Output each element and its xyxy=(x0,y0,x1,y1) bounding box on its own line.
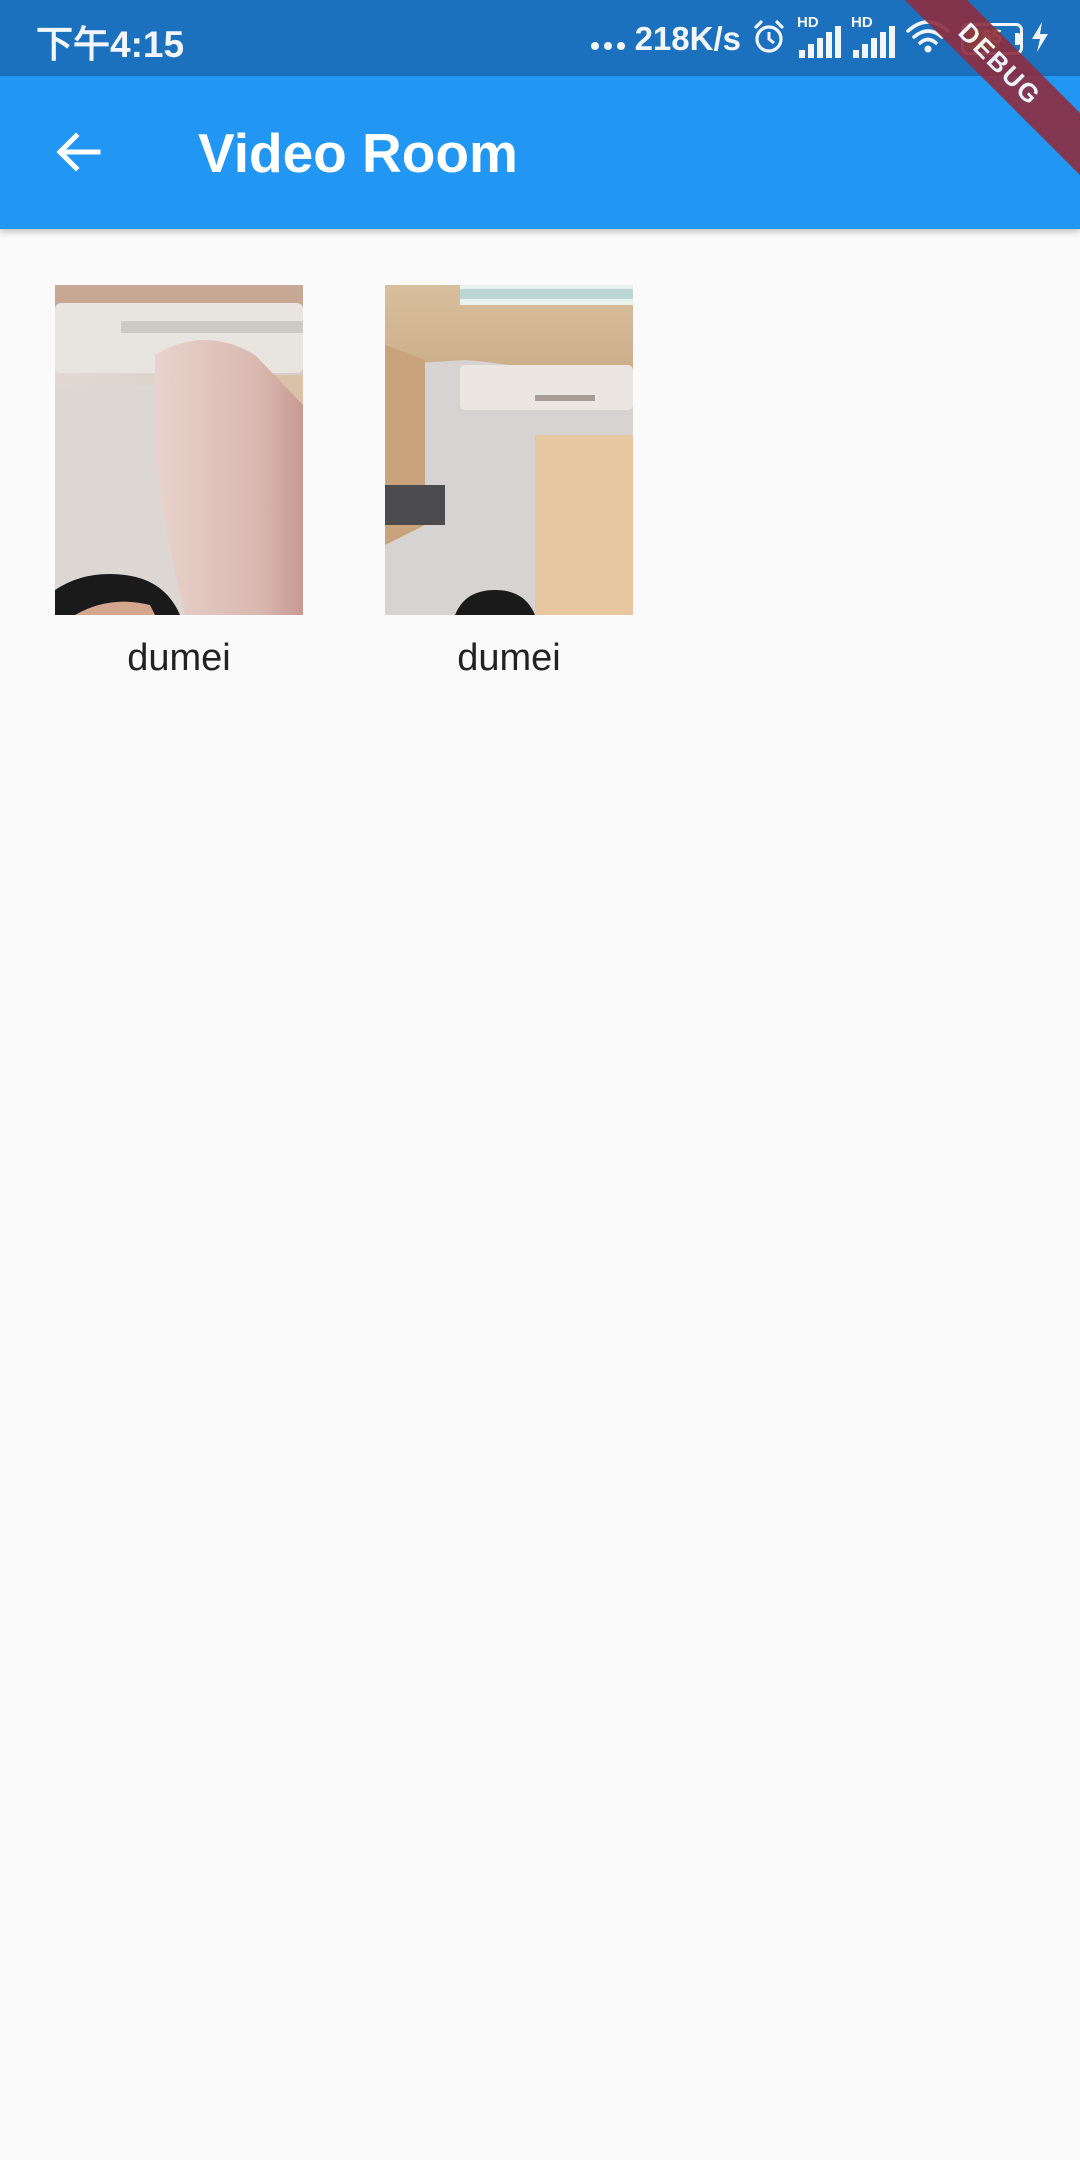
net-speed: 218K/s xyxy=(634,20,741,57)
screen: 下午4:15 218K/s HD HD Video Room DEBUG dum… xyxy=(0,0,1080,2160)
video-user-name: dumei xyxy=(127,637,231,679)
charging-icon xyxy=(1030,21,1050,58)
video-grid: dumei dumei xyxy=(55,285,633,681)
video-view[interactable] xyxy=(55,285,303,615)
back-button[interactable] xyxy=(36,112,120,196)
signal-icon: HD xyxy=(797,14,841,60)
alarm-icon xyxy=(751,19,787,60)
app-bar: Video Room xyxy=(0,76,1080,229)
more-dots-icon xyxy=(590,42,625,50)
video-user-name: dumei xyxy=(457,637,561,679)
signal-icon: HD xyxy=(851,14,895,60)
arrow-back-icon xyxy=(52,126,104,183)
page-title: Video Room xyxy=(198,122,518,184)
video-tile[interactable]: dumei xyxy=(55,285,303,681)
video-view[interactable] xyxy=(385,285,633,615)
status-time: 下午4:15 xyxy=(36,24,185,65)
video-tile[interactable]: dumei xyxy=(385,285,633,681)
